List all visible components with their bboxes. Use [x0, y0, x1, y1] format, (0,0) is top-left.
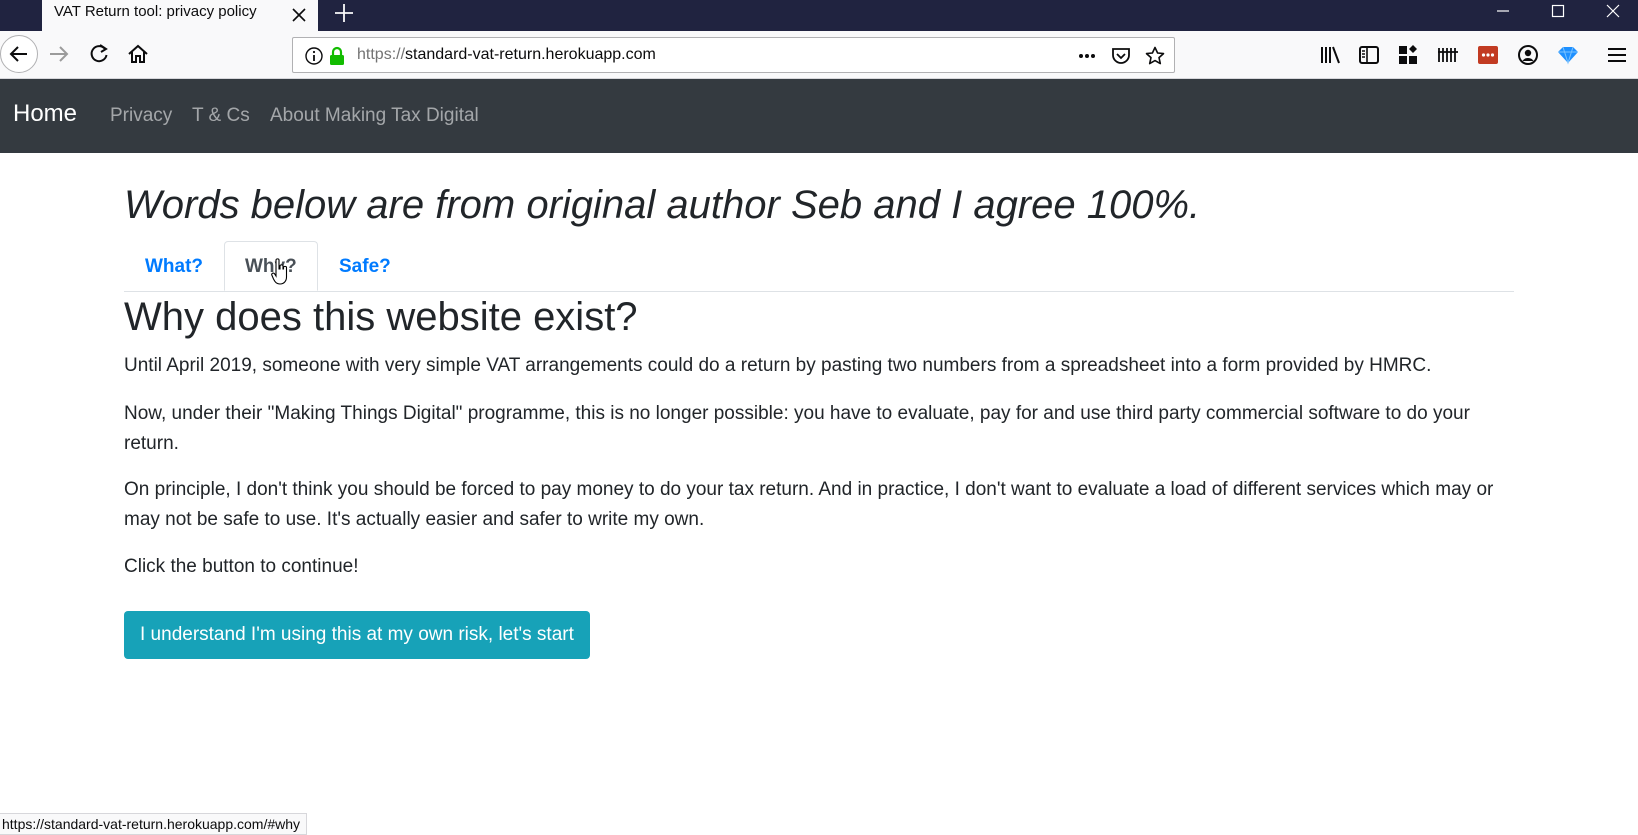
account-icon[interactable]: [1516, 43, 1540, 67]
home-icon[interactable]: [120, 37, 156, 73]
tab-what[interactable]: What?: [124, 241, 224, 291]
url-host: standard-vat-return.herokuapp.com: [405, 46, 656, 63]
bookmark-star-icon[interactable]: [1145, 46, 1165, 66]
close-window-icon[interactable]: [1588, 0, 1638, 22]
close-tab-icon[interactable]: [288, 4, 310, 26]
hand-cursor-icon: [271, 258, 289, 286]
info-icon[interactable]: [304, 46, 324, 66]
nav-link-about-mtd[interactable]: About Making Tax Digital: [270, 105, 479, 127]
tab-safe[interactable]: Safe?: [318, 241, 412, 291]
section-heading: Why does this website exist?: [124, 295, 638, 339]
browser-tab-title: VAT Return tool: privacy policy: [54, 3, 257, 20]
address-bar[interactable]: https://standard-vat-return.herokuapp.co…: [292, 37, 1175, 73]
url-text: https://standard-vat-return.herokuapp.co…: [357, 46, 656, 64]
page-actions-icon[interactable]: [1077, 46, 1097, 66]
barcode-icon[interactable]: [1436, 43, 1460, 67]
paragraph: Click the button to continue!: [124, 556, 359, 577]
pocket-icon[interactable]: [1111, 46, 1131, 66]
minimize-icon[interactable]: [1478, 0, 1528, 22]
start-button[interactable]: I understand I'm using this at my own ri…: [124, 611, 590, 659]
nav-link-terms[interactable]: T & Cs: [192, 105, 250, 127]
back-arrow-icon[interactable]: [0, 35, 38, 73]
browser-toolbar: https://standard-vat-return.herokuapp.co…: [0, 31, 1638, 79]
password-manager-icon[interactable]: [1476, 43, 1500, 67]
forward-arrow-icon[interactable]: [40, 37, 76, 73]
paragraph: Until April 2019, someone with very simp…: [124, 355, 1432, 376]
sidebar-icon[interactable]: [1357, 43, 1381, 67]
reload-icon[interactable]: [81, 37, 117, 73]
paragraph: On principle, I don't think you should b…: [124, 479, 1494, 530]
menu-hamburger-icon[interactable]: [1605, 43, 1629, 67]
lead-title: Words below are from original author Seb…: [124, 183, 1201, 227]
browser-tab[interactable]: VAT Return tool: privacy policy: [42, 0, 318, 31]
vpn-gem-icon[interactable]: [1556, 43, 1580, 67]
url-scheme: https://: [357, 46, 406, 63]
new-tab-icon[interactable]: [332, 1, 356, 25]
nav-link-privacy[interactable]: Privacy: [110, 105, 172, 127]
status-bar-url: https://standard-vat-return.herokuapp.co…: [0, 813, 308, 835]
maximize-icon[interactable]: [1533, 0, 1583, 22]
site-navbar: Home Privacy T & Cs About Making Tax Dig…: [0, 79, 1638, 153]
paragraph: Now, under their "Making Things Digital"…: [124, 403, 1470, 454]
content-tabs: What? Why? Safe?: [124, 241, 1514, 292]
browser-tab-strip: VAT Return tool: privacy policy: [0, 0, 1638, 31]
nav-brand-home[interactable]: Home: [13, 100, 77, 128]
lock-icon[interactable]: [327, 46, 347, 66]
extensions-grid-icon[interactable]: [1396, 43, 1420, 67]
library-icon[interactable]: [1318, 43, 1342, 67]
